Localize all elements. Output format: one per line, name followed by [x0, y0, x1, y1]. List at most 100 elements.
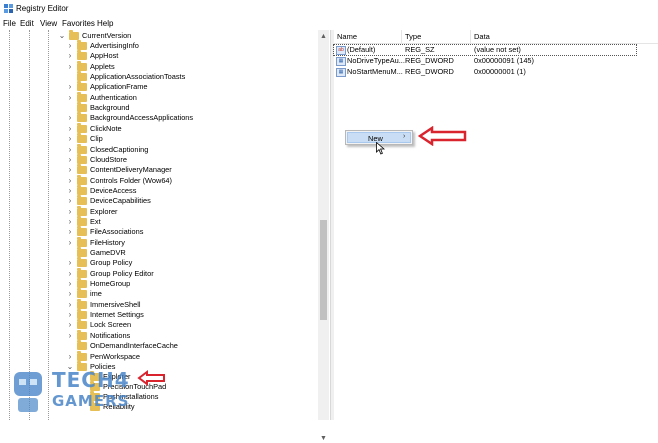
chevron-right-icon[interactable]: › — [66, 176, 74, 186]
chevron-right-icon[interactable]: › — [66, 134, 74, 144]
tree-item[interactable]: › CloudStore — [66, 153, 316, 165]
tree-item[interactable]: › Group Policy Editor — [66, 267, 316, 279]
chevron-right-icon[interactable]: › — [66, 186, 74, 196]
title-bar: Registry Editor — [0, 0, 658, 18]
column-separator[interactable] — [401, 30, 402, 43]
chevron-right-icon[interactable]: › — [66, 165, 74, 175]
tree-item[interactable]: › HomeGroup — [66, 278, 316, 289]
chevron-right-icon[interactable]: › — [66, 289, 74, 299]
tree-item-currentversion[interactable]: ⌄ CurrentVersion — [58, 30, 258, 41]
folder-icon — [77, 102, 87, 113]
list-row[interactable]: ▦ NoStartMenuM... REG_DWORD 0x00000001 (… — [334, 67, 636, 77]
tree-item-label: Internet Settings — [90, 310, 144, 320]
chevron-right-icon[interactable]: › — [66, 300, 74, 310]
tree-item[interactable]: › Controls Folder (Wow64) — [66, 174, 316, 186]
tree-item-label: Explorer — [90, 206, 118, 216]
value-type: REG_DWORD — [405, 67, 454, 76]
annotation-arrow-icon — [418, 126, 467, 146]
tree-item-label: PenWorkspace — [90, 351, 140, 361]
tree-item[interactable]: › ContentDeliveryManager — [66, 164, 316, 175]
chevron-right-icon[interactable]: › — [66, 310, 74, 320]
chevron-right-icon[interactable]: › — [66, 145, 74, 155]
tree-item[interactable]: › BackgroundAccessApplications — [66, 112, 316, 123]
tree-item[interactable]: › Clip — [66, 133, 316, 144]
chevron-right-icon[interactable]: › — [66, 320, 74, 330]
tree-item[interactable]: › Group Policy — [66, 257, 316, 268]
chevron-right-icon[interactable]: › — [66, 279, 74, 289]
chevron-right-icon[interactable]: › — [66, 217, 74, 227]
chevron-down-icon[interactable]: ⌄ — [58, 31, 66, 41]
tree-item[interactable]: › ClickNote — [66, 122, 316, 134]
column-separator[interactable] — [470, 30, 471, 43]
chevron-right-icon[interactable]: › — [66, 331, 74, 341]
tree-item[interactable]: › Authentication — [66, 91, 316, 103]
chevron-right-icon[interactable]: › — [66, 93, 74, 103]
tree-item[interactable]: › DeviceAccess — [66, 184, 316, 196]
chevron-right-icon[interactable]: › — [66, 258, 74, 268]
tree-item[interactable]: › ApplicationFrame — [66, 81, 316, 92]
scrollbar-thumb[interactable] — [320, 220, 327, 320]
chevron-right-icon[interactable]: › — [66, 269, 74, 279]
folder-icon — [77, 257, 87, 268]
list-row[interactable]: ▦ NoDriveTypeAu... REG_DWORD 0x00000091 … — [334, 56, 636, 66]
chevron-right-icon[interactable]: › — [66, 51, 74, 61]
tree-guide-line — [9, 30, 10, 420]
tree-item[interactable]: › Applets — [66, 60, 316, 72]
tree-item[interactable]: GameDVR — [66, 247, 316, 258]
registry-tree[interactable]: ⌄ CurrentVersion › AdvertisingInfo › AppHos… — [0, 30, 318, 420]
tree-item[interactable]: › FileHistory — [66, 236, 316, 248]
chevron-right-icon[interactable]: › — [66, 238, 74, 248]
list-row-default[interactable]: ab (Default) REG_SZ (value not set) — [333, 44, 637, 56]
menu-help[interactable]: Help — [97, 19, 113, 28]
tree-item[interactable]: › AdvertisingInfo — [66, 40, 316, 51]
column-name[interactable]: Name — [337, 32, 357, 41]
column-data[interactable]: Data — [474, 32, 490, 41]
value-data: (value not set) — [474, 45, 521, 54]
tree-item-label: ApplicationFrame — [90, 82, 148, 92]
tree-item[interactable]: ApplicationAssociationToasts — [66, 71, 316, 82]
tree-item[interactable]: › AppHost — [66, 50, 316, 61]
tree-item-label: Notifications — [90, 330, 131, 340]
folder-icon — [77, 298, 87, 309]
scroll-up-icon[interactable]: ▲ — [318, 33, 329, 41]
chevron-right-icon[interactable]: › — [66, 352, 74, 362]
chevron-right-icon[interactable]: › — [66, 41, 74, 51]
tree-item[interactable]: › Explorer — [66, 205, 316, 217]
menu-file[interactable]: File — [3, 19, 16, 28]
tree-item[interactable]: › Internet Settings — [66, 309, 316, 320]
tree-item[interactable]: › Ext — [66, 215, 316, 227]
folder-icon — [77, 226, 87, 237]
tree-item[interactable]: › FileAssociations — [66, 226, 316, 237]
values-list[interactable]: Name Type Data ab (Default) REG_SZ (valu… — [333, 30, 658, 420]
mouse-cursor-icon — [376, 142, 385, 155]
tree-item[interactable]: › Notifications — [66, 329, 316, 341]
chevron-right-icon[interactable]: › — [66, 227, 74, 237]
tree-item[interactable]: › DeviceCapabilities — [66, 195, 316, 206]
tree-item-label: Group Policy Editor — [90, 268, 154, 278]
tree-item[interactable]: › ImmersiveShell — [66, 298, 316, 310]
menu-edit[interactable]: Edit — [20, 19, 34, 28]
chevron-right-icon[interactable]: › — [66, 124, 74, 134]
chevron-right-icon[interactable]: › — [66, 155, 74, 165]
tree-item-label: CloudStore — [90, 154, 127, 164]
chevron-right-icon[interactable]: › — [66, 207, 74, 217]
scroll-down-icon[interactable]: ▼ — [318, 435, 329, 443]
chevron-right-icon[interactable]: › — [66, 196, 74, 206]
tree-scrollbar[interactable]: ▲ ▼ — [318, 30, 329, 442]
tree-item[interactable]: › Lock Screen — [66, 319, 316, 330]
tree-item-label: ImmersiveShell — [90, 299, 141, 309]
menu-favorites[interactable]: Favorites — [62, 19, 95, 28]
tree-item[interactable]: › PenWorkspace — [66, 350, 316, 362]
binary-value-icon: ▦ — [336, 57, 346, 66]
tree-item[interactable]: › ClosedCaptioning — [66, 143, 316, 155]
tree-item[interactable]: OnDemandInterfaceCache — [66, 340, 316, 351]
tree-item-label: AdvertisingInfo — [90, 41, 139, 50]
folder-icon — [77, 247, 87, 257]
chevron-right-icon[interactable]: › — [66, 113, 74, 123]
column-type[interactable]: Type — [405, 32, 421, 41]
chevron-right-icon[interactable]: › — [66, 82, 74, 92]
tree-item[interactable]: › ime — [66, 288, 316, 299]
chevron-right-icon[interactable]: › — [66, 62, 74, 72]
tree-item[interactable]: Background — [66, 102, 316, 113]
menu-view[interactable]: View — [40, 19, 57, 28]
